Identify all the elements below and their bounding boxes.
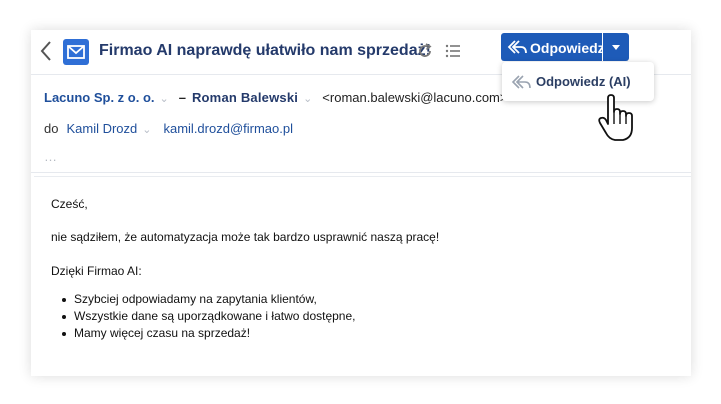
list-item: Mamy więcej czasu na sprzedaż! (62, 325, 356, 342)
body-line: Dzięki Firmao AI: (51, 264, 142, 278)
reply-button[interactable]: Odpowiedz (501, 33, 605, 61)
greeting: Cześć, (51, 197, 88, 211)
sender-name[interactable]: Roman Balewski (192, 90, 298, 105)
refresh-icon[interactable] (416, 42, 434, 60)
reply-icon (507, 40, 527, 54)
recipient-name[interactable]: Kamil Drozd (66, 121, 137, 136)
reply-ai-label: Odpowiedz (AI) (536, 74, 631, 89)
from-row: Lacuno Sp. z o. o. ⌄ – Roman Balewski ⌄ <roma… (44, 90, 507, 105)
list-icon[interactable] (444, 42, 462, 60)
email-body: Cześć, nie sądziłem, że automatyzacja mo… (34, 176, 691, 376)
caret-down-icon[interactable] (603, 33, 629, 61)
sender-email: <roman.balewski@lacuno.com> (322, 90, 508, 105)
recipient-email[interactable]: kamil.drozd@firmao.pl (163, 121, 293, 136)
to-label: do (44, 121, 59, 136)
chevron-down-icon[interactable]: ⌄ (303, 92, 312, 105)
reply-icon (511, 75, 531, 89)
list-item: Wszystkie dane są uporządkowane i łatwo … (62, 309, 356, 323)
list-item: Szybciej odpowiadamy na zapytania klient… (62, 291, 356, 308)
body-line: nie sądziłem, że automatyzacja może tak … (51, 230, 440, 244)
separator: – (178, 90, 186, 105)
chevron-down-icon[interactable]: ⌄ (142, 123, 151, 136)
sender-company[interactable]: Lacuno Sp. z o. o. (44, 90, 155, 105)
hand-cursor-icon (598, 94, 633, 141)
bullet-list: Szybciej odpowiadamy na zapytania klient… (62, 291, 356, 342)
chevron-left-icon[interactable] (39, 40, 53, 62)
reply-button-label: Odpowiedz (530, 40, 605, 56)
more-details-button[interactable]: … (44, 149, 58, 164)
to-row: do Kamil Drozd ⌄ kamil.drozd@firmao.pl (44, 121, 293, 136)
mail-icon (63, 39, 89, 65)
chevron-down-icon[interactable]: ⌄ (160, 92, 169, 105)
email-subject: Firmao AI naprawdę ułatwiło nam sprzedaż… (99, 42, 431, 59)
